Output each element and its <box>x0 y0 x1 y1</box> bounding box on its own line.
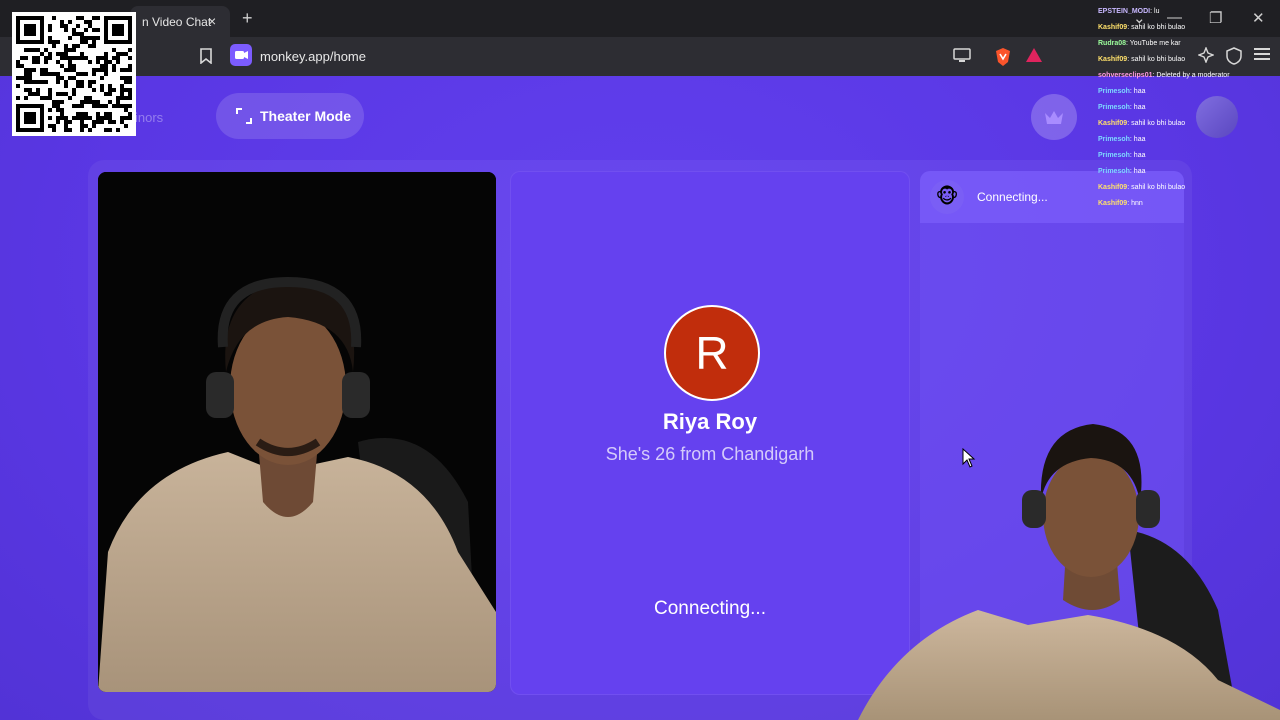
stream-chat-username: Rudra08 <box>1098 40 1127 47</box>
stream-chat-message: EPSTEIN_MODI: lu <box>1098 8 1160 15</box>
tab-bar: n Video Chat × + ⌄ — ❐ ✕ <box>0 0 1280 37</box>
stream-chat-username: EPSTEIN_MODI <box>1098 8 1151 15</box>
stream-chat-username: Kashif09 <box>1098 24 1128 31</box>
connection-status: Connecting... <box>654 598 766 619</box>
brave-shield-icon[interactable] <box>994 47 1012 67</box>
stream-chat-username: Kashif09 <box>1098 200 1128 207</box>
mouse-cursor-icon <box>962 448 976 468</box>
site-favicon-icon <box>230 44 252 66</box>
theater-mode-button[interactable]: Theater Mode <box>216 93 364 139</box>
monkey-icon: 🐵 <box>930 180 964 214</box>
stream-chat-message: Kashif09: sahil ko bhi bulao <box>1098 184 1186 191</box>
stream-chat-text: haa <box>1133 168 1146 175</box>
stream-chat-message: Primesoh: haa <box>1098 152 1146 159</box>
stream-chat-overlay: EPSTEIN_MODI: lu Kashif09: sahil ko bhi b… <box>1098 4 1280 212</box>
stream-chat-username: Kashif09 <box>1098 184 1128 191</box>
stream-chat-text: sahil ko bhi bulao <box>1131 120 1186 127</box>
stream-chat-username: Kashif09 <box>1098 56 1128 63</box>
stream-chat-text: haa <box>1133 104 1146 111</box>
theater-mode-label: Theater Mode <box>260 108 352 124</box>
stream-chat-text: lu <box>1154 8 1160 15</box>
stream-chat-text: sahil ko bhi bulao <box>1131 56 1186 63</box>
stream-chat-message: Kashif09: sahil ko bhi bulao <box>1098 120 1186 127</box>
stream-chat-message: Kashif09: hnn <box>1098 200 1143 207</box>
match-details: She's 26 from Chandigarh <box>605 444 815 464</box>
stream-chat-text: sahil ko bhi bulao <box>1131 184 1186 191</box>
match-avatar: R <box>664 305 760 401</box>
url-text[interactable]: monkey.app/home <box>260 49 366 64</box>
stream-chat-text: haa <box>1133 152 1146 159</box>
stream-chat-username: Primesoh <box>1098 88 1130 95</box>
stream-chat-message: Primesoh: haa <box>1098 136 1146 143</box>
streamer-webcam-image <box>858 424 1280 720</box>
stream-chat-message: sohverseclips01: Deleted by a moderator <box>1098 72 1230 79</box>
stream-chat-message: Kashif09: sahil ko bhi bulao <box>1098 24 1186 31</box>
crown-button[interactable] <box>1031 94 1077 140</box>
stream-chat-text: Deleted by a moderator <box>1156 72 1230 79</box>
address-bar: monkey.app/home <box>0 37 1280 76</box>
stream-chat-username: Kashif09 <box>1098 120 1128 127</box>
stream-chat-message: Primesoh: haa <box>1098 168 1146 175</box>
qr-code-image <box>16 16 132 132</box>
stream-chat-username: Primesoh <box>1098 152 1130 159</box>
stream-chat-text: hnn <box>1131 200 1143 207</box>
stream-chat-message: Primesoh: haa <box>1098 104 1146 111</box>
stream-chat-message: Rudra08: YouTube me kar <box>1098 40 1181 47</box>
stream-chat-message: Primesoh: haa <box>1098 88 1146 95</box>
active-tab[interactable]: n Video Chat × <box>130 6 230 37</box>
brave-rewards-icon[interactable] <box>1025 47 1043 63</box>
stream-chat-text: sahil ko bhi bulao <box>1131 24 1186 31</box>
stream-chat-text: YouTube me kar <box>1129 40 1181 47</box>
stream-chat-username: Primesoh <box>1098 136 1130 143</box>
stream-chat-username: Primesoh <box>1098 168 1130 175</box>
minors-link[interactable]: inors <box>135 110 163 125</box>
tab-title: n Video Chat <box>142 15 212 29</box>
expand-icon <box>236 108 252 124</box>
qr-code <box>12 12 136 136</box>
stream-chat-message: Kashif09: sahil ko bhi bulao <box>1098 56 1186 63</box>
stream-chat-text: haa <box>1133 88 1146 95</box>
stream-chat-text: haa <box>1133 136 1146 143</box>
chat-status: Connecting... <box>977 190 1048 204</box>
stream-chat-username: Primesoh <box>1098 104 1130 111</box>
tab-close-icon[interactable]: × <box>208 13 216 29</box>
self-camera-image <box>98 172 496 692</box>
crown-icon <box>1045 111 1063 124</box>
streamer-webcam-overlay <box>858 410 1280 720</box>
cast-icon[interactable] <box>953 47 971 63</box>
self-video-feed <box>98 172 496 692</box>
bookmark-icon[interactable] <box>199 48 213 64</box>
new-tab-button[interactable]: + <box>242 8 253 29</box>
match-name: Riya Roy <box>662 409 758 434</box>
stream-chat-username: sohverseclips01 <box>1098 72 1153 79</box>
match-panel: R Riya Roy She's 26 from Chandigarh Conn… <box>510 171 910 695</box>
